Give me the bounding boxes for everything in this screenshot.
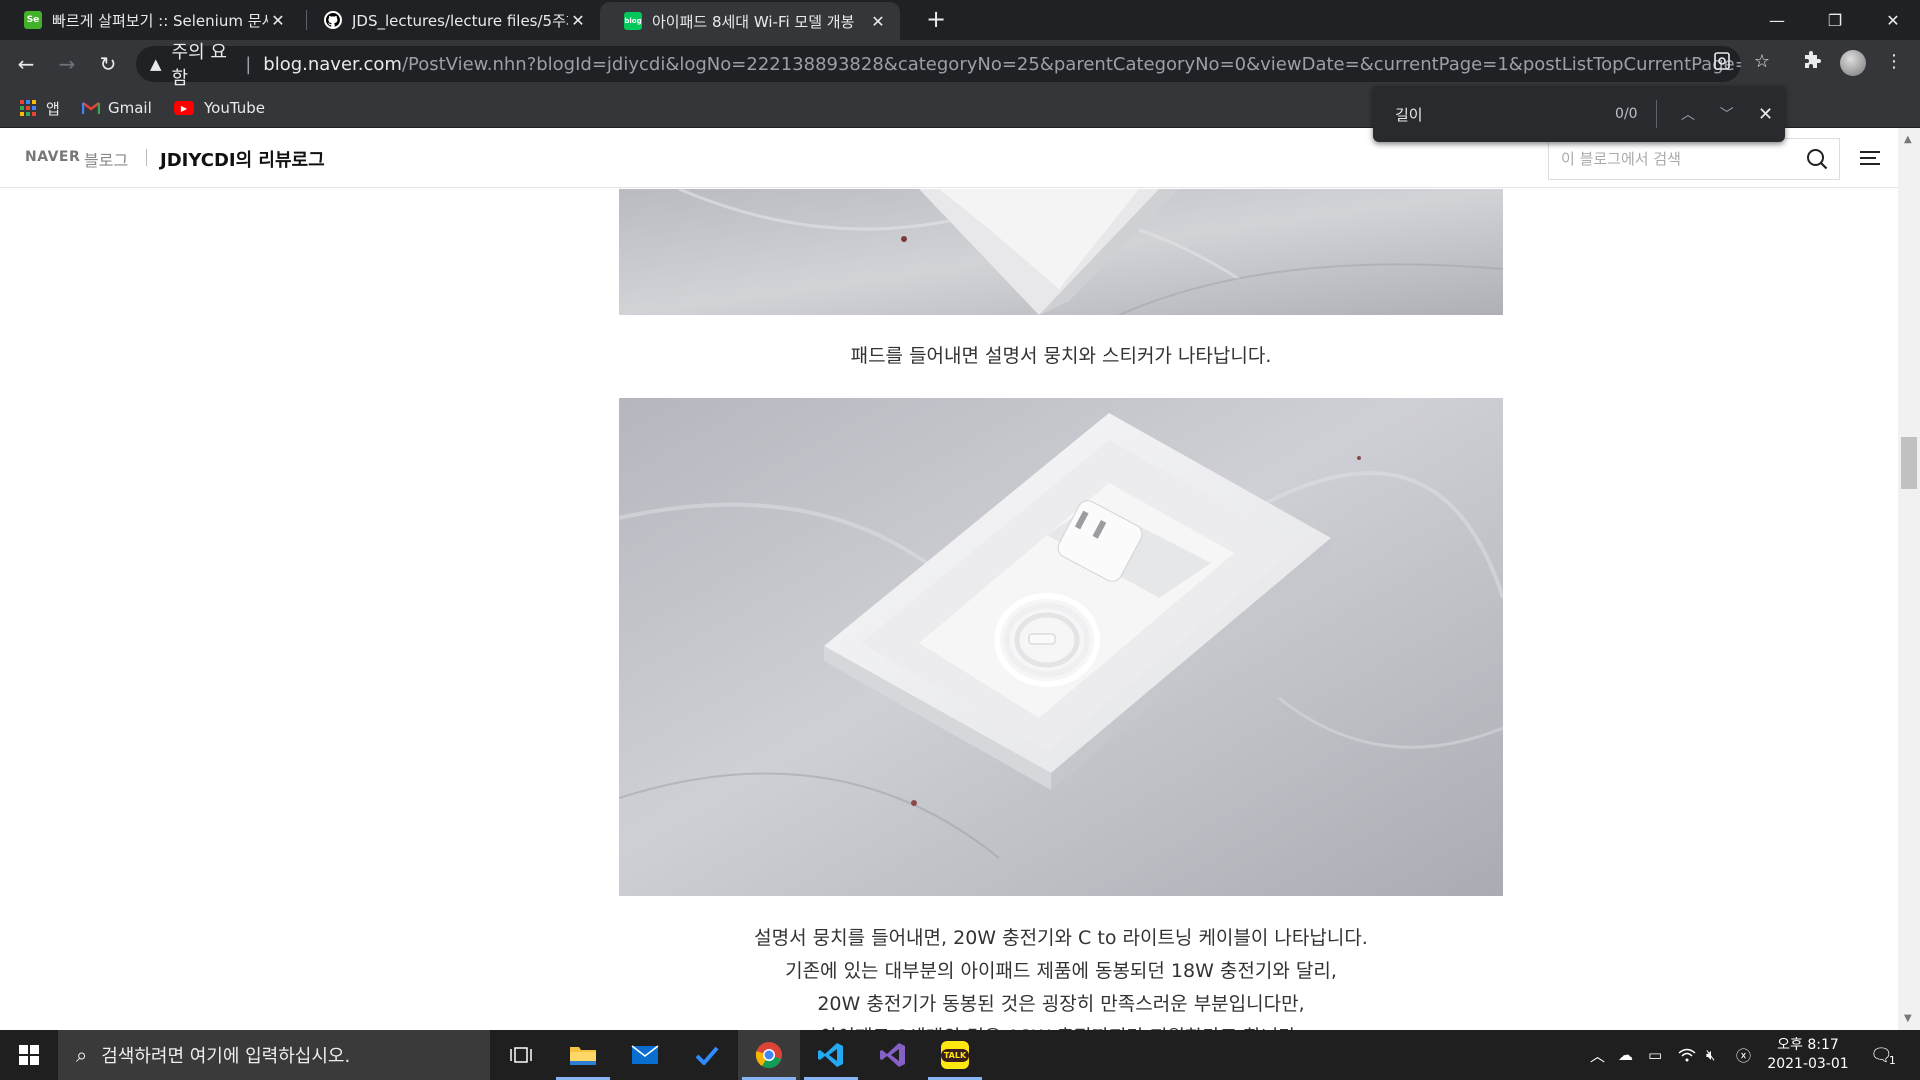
restore-button[interactable]: ❐	[1806, 0, 1864, 40]
photo-caption: 패드를 들어내면 설명서 뭉치와 스티커가 나타납니다.	[850, 345, 1272, 367]
naver-logo[interactable]: NAVER	[25, 149, 80, 165]
mail-icon[interactable]	[614, 1030, 676, 1080]
find-match-count: 0/0	[1615, 106, 1638, 122]
close-tab-icon[interactable]: ✕	[868, 12, 888, 31]
warning-icon: ▲	[150, 55, 162, 73]
tab-title: 빠르게 살펴보기 :: Selenium 문서	[52, 11, 268, 30]
apps-grid-icon	[20, 100, 36, 116]
forward-button[interactable]: →	[51, 48, 83, 80]
tray-overflow-icon[interactable]: ︿	[1590, 1030, 1605, 1080]
bookmark-youtube[interactable]: ▶ YouTube	[174, 98, 265, 118]
post-photo-box-top	[619, 189, 1503, 315]
kakaotalk-label: TALK	[940, 1048, 970, 1062]
taskbar-search-placeholder: 검색하려면 여기에 입력하십시오.	[101, 1046, 351, 1067]
post-text-line: 설명서 뭉치를 들어내면, 20W 충전기와 C to 라이트닝 케이블이 나타…	[754, 927, 1368, 949]
find-previous-icon[interactable]: ︿	[1669, 104, 1708, 124]
youtube-icon: ▶	[174, 101, 194, 115]
post-photo-charger-cable	[619, 398, 1503, 896]
onedrive-icon[interactable]: ☁	[1618, 1030, 1633, 1080]
find-next-icon[interactable]: ﹀	[1707, 104, 1746, 124]
tab-selenium[interactable]: Se 빠르게 살펴보기 :: Selenium 문서 ✕	[0, 0, 300, 40]
notification-count: 1	[1888, 1053, 1896, 1067]
gmail-icon	[82, 102, 100, 114]
find-bar: 길이 0/0 ︿ ﹀ ✕	[1373, 86, 1785, 142]
chrome-icon[interactable]	[738, 1030, 800, 1080]
tab-strip: Se 빠르게 살펴보기 :: Selenium 문서 ✕ JDS_lecture…	[0, 0, 1920, 40]
blog-search-input[interactable]	[1548, 138, 1840, 180]
visual-studio-icon[interactable]	[862, 1030, 924, 1080]
back-button[interactable]: ←	[10, 48, 42, 80]
close-tab-icon[interactable]: ✕	[268, 11, 288, 30]
search-icon[interactable]	[1806, 148, 1828, 170]
minimize-button[interactable]: —	[1748, 0, 1806, 40]
wifi-icon[interactable]	[1678, 1030, 1696, 1080]
profile-avatar[interactable]	[1840, 50, 1866, 76]
bookmark-gmail[interactable]: Gmail	[82, 98, 152, 118]
taskbar-clock[interactable]: 오후 8:17 2021-03-01	[1758, 1036, 1858, 1074]
security-label: 주의 요함	[171, 42, 227, 89]
find-in-page-icon[interactable]	[1708, 47, 1736, 75]
windows-start-icon[interactable]	[0, 1030, 58, 1080]
extensions-puzzle-icon[interactable]	[1798, 47, 1826, 75]
github-icon	[324, 11, 342, 29]
bookmark-star-icon[interactable]: ☆	[1748, 47, 1776, 75]
taskbar-search-box[interactable]: ⌕ 검색하려면 여기에 입력하십시오.	[58, 1030, 490, 1080]
find-close-icon[interactable]: ✕	[1746, 104, 1785, 125]
post-text-line: 20W 충전기가 동봉된 것은 굉장히 만족스러운 부분입니다만,	[817, 993, 1305, 1015]
tab-title: 아이패드 8세대 Wi-Fi 모델 개봉	[652, 12, 855, 31]
post-text-line: 기존에 있는 대부분의 아이패드 제품에 동봉되던 18W 충전기와 달리,	[785, 960, 1337, 982]
address-bar[interactable]: ▲ 주의 요함 | blog.naver.com /PostView.nhn?b…	[136, 42, 1741, 89]
reload-button[interactable]: ↻	[92, 48, 124, 80]
browser-toolbar: ← → ↻ ▲ 주의 요함 | blog.naver.com /PostView…	[0, 40, 1920, 89]
blog-link[interactable]: 블로그	[84, 147, 128, 171]
clock-time: 오후 8:17	[1777, 1037, 1839, 1053]
vscode-icon[interactable]	[800, 1030, 862, 1080]
scroll-down-arrow-icon[interactable]: ▼	[1904, 1013, 1912, 1024]
naver-blog-icon: blog	[624, 12, 642, 30]
tab-github[interactable]: JDS_lectures/lecture files/5주차 ✕	[300, 0, 600, 40]
tab-naver-blog[interactable]: blog 아이패드 8세대 Wi-Fi 모델 개봉 ✕	[600, 2, 900, 40]
url-path: /PostView.nhn?blogId=jdiycdi&logNo=22213…	[401, 53, 1741, 75]
battery-icon[interactable]: ▭	[1648, 1030, 1662, 1080]
page-scrollbar[interactable]	[1898, 128, 1920, 1030]
clock-date: 2021-03-01	[1767, 1056, 1849, 1072]
input-method-icon[interactable]: ⓧ	[1736, 1030, 1751, 1080]
url-host: blog.naver.com	[263, 53, 402, 75]
kakaotalk-icon[interactable]: TALK	[924, 1030, 986, 1080]
search-icon: ⌕	[76, 1043, 88, 1067]
bookmark-apps[interactable]: 앱	[20, 98, 60, 118]
windows-taskbar: ⌕ 검색하려면 여기에 입력하십시오. TALK ︿ ☁ ▭ 🔇︎ ⓧ 오후 8…	[0, 1030, 1920, 1080]
blog-title[interactable]: JDIYCDI의 리뷰로그	[160, 146, 325, 172]
todo-icon[interactable]	[676, 1030, 738, 1080]
find-query-input[interactable]: 길이	[1395, 104, 1579, 125]
volume-muted-icon[interactable]: 🔇︎	[1706, 1030, 1715, 1080]
selenium-icon: Se	[24, 11, 42, 29]
tab-title: JDS_lectures/lecture files/5주차	[352, 11, 568, 30]
more-menu-icon[interactable]: ⋮	[1880, 47, 1908, 75]
notification-center-icon[interactable]: 🗨︎ 1	[1870, 1030, 1896, 1080]
new-tab-button[interactable]: +	[922, 6, 950, 34]
scrollbar-thumb[interactable]	[1901, 437, 1917, 489]
bookmark-label: 앱	[46, 99, 60, 118]
hamburger-menu-icon[interactable]	[1860, 150, 1880, 166]
close-tab-icon[interactable]: ✕	[568, 11, 588, 30]
bookmark-label: YouTube	[204, 99, 265, 117]
scroll-up-arrow-icon[interactable]: ▲	[1904, 134, 1912, 145]
close-window-button[interactable]: ✕	[1864, 0, 1920, 40]
task-view-icon[interactable]	[490, 1030, 552, 1080]
file-explorer-icon[interactable]	[552, 1030, 614, 1080]
bookmark-label: Gmail	[108, 99, 152, 117]
